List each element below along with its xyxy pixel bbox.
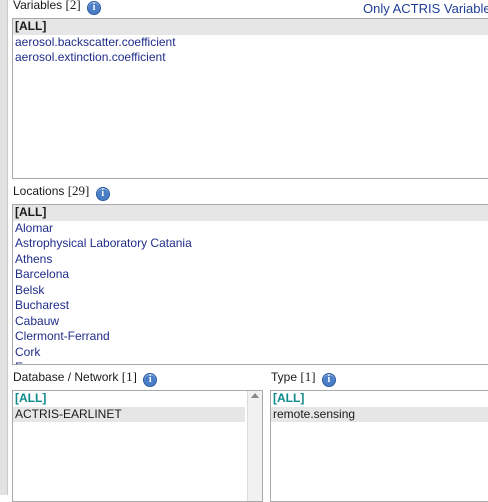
locations-label: Locations (13, 184, 65, 198)
database-label: Database / Network (13, 370, 119, 384)
locations-count: [29] (67, 183, 90, 198)
list-item[interactable]: remote.sensing (271, 406, 488, 422)
list-item[interactable]: Alomar (13, 221, 488, 237)
type-listbox[interactable]: [ALL] remote.sensing (270, 390, 488, 502)
list-item[interactable]: [ALL] (271, 391, 488, 407)
list-item[interactable]: Belsk (13, 283, 488, 299)
list-item[interactable]: Cabauw (13, 314, 488, 330)
list-item[interactable]: aerosol.extinction.coefficient (13, 50, 488, 66)
list-item[interactable]: Clermont-Ferrand (13, 329, 488, 345)
variables-header: Variables [2] i (13, 0, 101, 15)
info-icon[interactable]: i (95, 187, 110, 201)
type-count: [1] (300, 369, 316, 384)
database-header: Database / Network [1] i (13, 369, 158, 387)
variables-label: Variables (13, 0, 63, 12)
left-panel-edge (0, 0, 8, 495)
list-item[interactable]: ACTRIS-EARLINET (13, 406, 245, 422)
type-label: Type (271, 370, 298, 384)
locations-header: Locations [29] i (13, 183, 110, 201)
only-actris-variables-link[interactable]: Only ACTRIS Variable (363, 1, 488, 16)
info-icon[interactable]: i (87, 1, 101, 15)
list-item[interactable]: Astrophysical Laboratory Catania (13, 236, 488, 252)
list-item[interactable]: Cork (13, 345, 488, 361)
locations-listbox[interactable]: [ALL] Alomar Astrophysical Laboratory Ca… (12, 204, 488, 365)
variables-count: [2] (65, 0, 81, 12)
info-icon[interactable]: i (143, 373, 158, 387)
list-item[interactable]: Bucharest (13, 298, 488, 314)
list-item[interactable]: Athens (13, 252, 488, 268)
list-item[interactable]: [ALL] (13, 391, 262, 407)
scrollbar[interactable] (247, 391, 262, 501)
variables-listbox[interactable]: [ALL] aerosol.backscatter.coefficient ae… (12, 18, 488, 179)
info-icon[interactable]: i (321, 373, 336, 387)
chevron-up-icon[interactable] (251, 393, 259, 398)
list-item[interactable]: [ALL] (13, 205, 488, 221)
database-count: [1] (121, 369, 137, 384)
list-item[interactable]: aerosol.backscatter.coefficient (13, 35, 488, 51)
database-listbox[interactable]: [ALL] ACTRIS-EARLINET (12, 390, 263, 502)
type-header: Type [1] i (271, 369, 336, 387)
list-item[interactable]: E (13, 360, 488, 364)
list-item[interactable]: [ALL] (13, 19, 488, 35)
list-item[interactable]: Barcelona (13, 267, 488, 283)
